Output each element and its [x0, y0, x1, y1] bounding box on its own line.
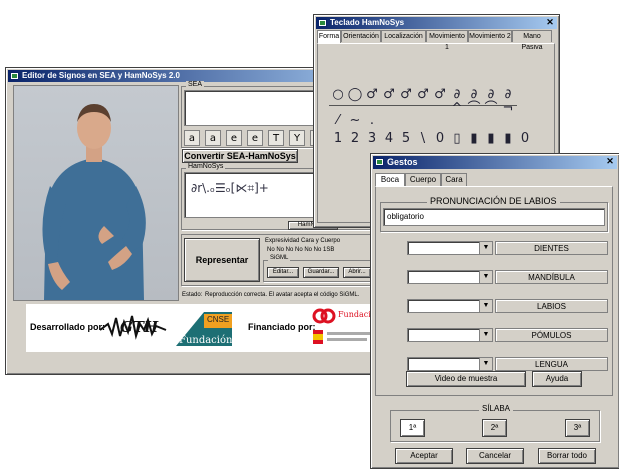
- hamnosys-symbol-key[interactable]: ⌒: [465, 99, 483, 119]
- cnse-logo: CNSE Fundación: [174, 308, 234, 348]
- chevron-down-icon[interactable]: ▼: [479, 329, 492, 341]
- hamnosys-symbol-key[interactable]: ○: [329, 85, 347, 106]
- tab-localización[interactable]: Localización: [381, 30, 426, 42]
- lengua-select[interactable]: ▼: [407, 357, 493, 371]
- silaba-2-button[interactable]: 2ª: [482, 419, 507, 437]
- gth-logo: GTH: [98, 310, 168, 344]
- chevron-down-icon[interactable]: ▼: [479, 300, 492, 312]
- gth-logo-text: GTH: [120, 318, 159, 336]
- tab-movimiento-2[interactable]: Movimiento 2: [468, 30, 512, 42]
- video-muestra-button[interactable]: Video de muestra: [406, 371, 526, 387]
- hamnosys-symbol-key[interactable]: ♂: [380, 85, 398, 106]
- teclado-tabbar: Forma Orientación Localización Movimiento 1…: [317, 30, 555, 51]
- teclado-title: Teclado HamNoSys: [330, 18, 405, 27]
- aceptar-button[interactable]: Aceptar: [395, 448, 453, 464]
- tab-orientación[interactable]: Orientación: [341, 30, 381, 42]
- hamnosys-symbol-key[interactable]: 0: [516, 129, 534, 149]
- hamnosys-symbol-key[interactable]: 5: [397, 129, 415, 149]
- silaba-3-button[interactable]: 3ª: [565, 419, 590, 437]
- convert-sea-hamnosys-button[interactable]: Convertir SEA-HamNoSys: [182, 149, 298, 163]
- chevron-down-icon[interactable]: ▼: [479, 358, 492, 370]
- silaba-label: SÍLABA: [479, 404, 514, 413]
- hamnosys-symbol-key[interactable]: 0: [431, 129, 449, 149]
- close-icon[interactable]: ✕: [545, 18, 555, 27]
- hamnosys-notation: ∂r\.ₒ☰ₒ[⋉⌗]+: [191, 181, 269, 195]
- avatar-figure: [42, 104, 146, 300]
- tab-mano-pasiva[interactable]: Mano Pasiva: [512, 30, 552, 51]
- hamnosys-symbol-key[interactable]: ^: [448, 99, 466, 119]
- financiado-label: Financiado por:: [248, 322, 316, 332]
- hamnosys-symbol-key[interactable]: ▯: [448, 129, 466, 149]
- chevron-down-icon[interactable]: ▼: [479, 271, 492, 283]
- dientes-label: DIENTES: [495, 241, 608, 255]
- sigml-label: SiGML: [268, 255, 291, 261]
- fundacion-logo-text: Fundación: [179, 335, 233, 346]
- abrir-button[interactable]: Abrir...: [343, 267, 371, 278]
- hamnosys-symbol-key[interactable]: .: [363, 111, 381, 131]
- hamnosys-symbol-key[interactable]: 3: [363, 129, 381, 149]
- hamnosys-symbol-key[interactable]: ♂: [431, 85, 449, 106]
- avatar-view[interactable]: [13, 85, 179, 301]
- mandbula-label: MANDÍBULA: [495, 270, 608, 284]
- cnse-logo-text: CNSE: [207, 315, 230, 324]
- hamnosys-symbol-key[interactable]: ⁄: [329, 111, 347, 131]
- expresividad-label: Expresividad Cara y Cuerpo: [265, 238, 341, 244]
- tab-forma[interactable]: Forma: [317, 30, 341, 43]
- hamnosys-symbol-key[interactable]: 4: [380, 129, 398, 149]
- estado-label: Estado:: [182, 292, 203, 298]
- teclado-app-icon: [318, 19, 327, 27]
- hamnosys-symbol-key[interactable]: ~: [346, 111, 364, 131]
- hamnosys-symbol-key[interactable]: ⌒: [482, 99, 500, 119]
- hamnosys-label: HamNoSys: [186, 163, 226, 170]
- mandbula-select[interactable]: ▼: [407, 270, 493, 284]
- hamnosys-symbol-key[interactable]: ▮: [499, 129, 517, 149]
- editor-title: Editor de Signos en SEA y HamNoSys 2.0: [22, 71, 180, 80]
- sea-label: SEA: [186, 81, 205, 88]
- dientes-select[interactable]: ▼: [407, 241, 493, 255]
- silaba-1-button[interactable]: 1ª: [400, 419, 425, 437]
- hamnosys-symbol-key[interactable]: ▮: [465, 129, 483, 149]
- cancelar-button[interactable]: Cancelar: [466, 448, 524, 464]
- app-icon: [10, 72, 19, 80]
- hamnosys-symbol-key[interactable]: \: [414, 129, 432, 149]
- lengua-label: LENGUA: [495, 357, 608, 371]
- pmulos-select[interactable]: ▼: [407, 328, 493, 342]
- hamnosys-symbol-key[interactable]: ▮: [482, 129, 500, 149]
- hamnosys-symbol-key[interactable]: ¬: [499, 99, 517, 119]
- hamnosys-symbol-key[interactable]: 2: [346, 129, 364, 149]
- gestos-window: Gestos ✕ Boca Cuerpo Cara PRONUNCIACIÓN DE…: [370, 153, 619, 469]
- labios-select[interactable]: ▼: [407, 299, 493, 313]
- hamnosys-symbol-key[interactable]: ♂: [414, 85, 432, 106]
- hamnosys-symbol-key[interactable]: ♂: [397, 85, 415, 106]
- sea-symbol-key[interactable]: e: [226, 130, 242, 146]
- tab-movimiento-1[interactable]: Movimiento 1: [426, 30, 468, 51]
- gestos-rows: ▼ DIENTES ▼ MANDÍBULA ▼ LABIOS ▼ PÓMULOS ▼ LENGUA: [371, 154, 619, 394]
- hamnosys-symbol-key[interactable]: ◯: [346, 85, 364, 106]
- sea-symbol-key[interactable]: T: [268, 130, 284, 146]
- teclado-titlebar[interactable]: Teclado HamNoSys ✕: [316, 17, 557, 29]
- sea-symbol-key[interactable]: Y: [289, 130, 305, 146]
- guardar-button[interactable]: Guardar...: [303, 267, 339, 278]
- expresividad-value: No No No No No No 1SB: [267, 247, 335, 253]
- chevron-down-icon[interactable]: ▼: [479, 242, 492, 254]
- sea-symbol-key[interactable]: e: [247, 130, 263, 146]
- desarrollado-label: Desarrollado por:: [30, 322, 106, 332]
- pmulos-label: PÓMULOS: [495, 328, 608, 342]
- borrar-todo-button[interactable]: Borrar todo: [538, 448, 596, 464]
- ayuda-button[interactable]: Ayuda: [532, 371, 582, 387]
- sea-symbol-key[interactable]: a: [184, 130, 200, 146]
- teclado-symbol-grid: ○ ◯ ♂ ♂ ♂ ♂ ♂ ∂ ∂ ∂ ∂ ^ ⌒ ⌒ ¬ ⁄ ~. 1 2 3 4 5 \ 0 ▯ ▮ ▮ ▮ 0: [329, 85, 554, 155]
- representar-button[interactable]: Representar: [184, 238, 260, 282]
- editar-button[interactable]: Editar...: [267, 267, 299, 278]
- hamnosys-symbol-key[interactable]: ♂: [363, 85, 381, 106]
- labios-label: LABIOS: [495, 299, 608, 313]
- sea-symbol-key[interactable]: a: [205, 130, 221, 146]
- hamnosys-symbol-key[interactable]: 1: [329, 129, 347, 149]
- estado-text: Reproducción correcta. El avatar acepta …: [205, 292, 360, 298]
